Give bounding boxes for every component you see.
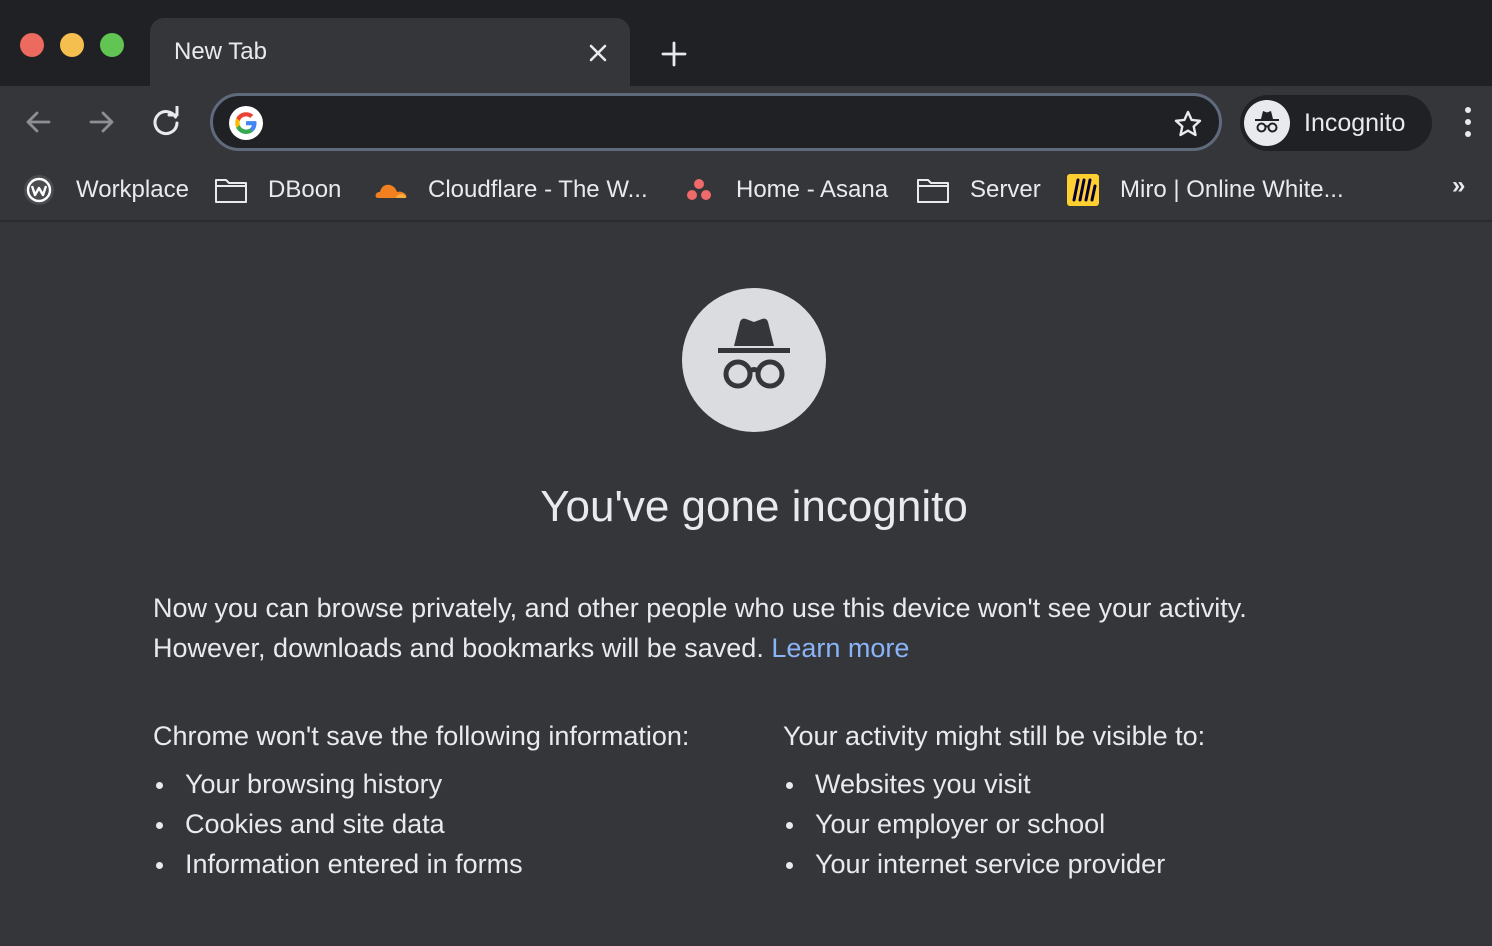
address-input[interactable] (283, 106, 1163, 138)
back-button[interactable] (16, 100, 60, 144)
still-visible-list: Websites you visit Your employer or scho… (783, 764, 1383, 884)
still-visible-heading: Your activity might still be visible to: (783, 721, 1206, 751)
reload-button[interactable] (144, 100, 188, 144)
folder-icon (214, 173, 248, 207)
list-item: Websites you visit (783, 764, 1383, 804)
learn-more-link[interactable]: Learn more (771, 633, 909, 663)
arrow-right-icon (89, 111, 114, 133)
cloudflare-icon (374, 173, 408, 207)
workplace-icon (22, 173, 56, 207)
bookmark-star-button[interactable] (1171, 107, 1205, 141)
tab-title: New Tab (174, 38, 267, 65)
list-item: Your employer or school (783, 804, 1383, 844)
page-title: You've gone incognito (540, 482, 968, 531)
more-icon (1465, 107, 1471, 113)
chrome-menu-button[interactable] (1452, 100, 1484, 144)
list-item: Cookies and site data (153, 804, 753, 844)
bookmark-miro[interactable]: Miro | Online White... (1066, 170, 1344, 210)
window-close-button[interactable] (20, 33, 44, 57)
not-saved-section: Chrome won't save the following informat… (153, 716, 753, 884)
address-bar[interactable] (210, 93, 1222, 151)
window-minimize-button[interactable] (60, 33, 84, 57)
incognito-avatar (1244, 100, 1290, 146)
close-icon (589, 44, 607, 62)
bookmarks-overflow-button[interactable]: » (1452, 172, 1465, 200)
list-item: Your internet service provider (783, 844, 1383, 884)
intro-paragraph: Now you can browse privately, and other … (153, 593, 1247, 663)
bookmark-cloudflare[interactable]: Cloudflare - The W... (374, 170, 648, 210)
toolbar: Incognito (0, 86, 1492, 158)
tab-strip: New Tab (0, 0, 1492, 86)
miro-icon (1066, 173, 1100, 207)
bookmarks-bar: Workplace DBoon Cloudflare - The W... Ho… (0, 158, 1492, 222)
tab-close-button[interactable] (582, 37, 614, 69)
folder-icon (916, 173, 950, 207)
star-icon (1174, 110, 1202, 137)
not-saved-list: Your browsing history Cookies and site d… (153, 764, 753, 884)
bookmark-asana[interactable]: Home - Asana (682, 170, 888, 210)
incognito-page: You've gone incognito Now you can browse… (0, 224, 1492, 946)
bookmark-server[interactable]: Server (916, 170, 1041, 210)
reload-icon (153, 106, 179, 136)
profile-button[interactable]: Incognito (1240, 95, 1432, 151)
not-saved-heading: Chrome won't save the following informat… (153, 721, 690, 751)
google-icon (229, 106, 263, 140)
incognito-hero-icon (682, 288, 826, 432)
incognito-icon (1255, 111, 1279, 133)
bookmark-workplace[interactable]: Workplace (22, 170, 189, 210)
window-zoom-button[interactable] (100, 33, 124, 57)
tab-new-tab[interactable]: New Tab (150, 18, 630, 86)
still-visible-section: Your activity might still be visible to:… (783, 716, 1383, 884)
forward-button[interactable] (80, 100, 124, 144)
arrow-left-icon (26, 111, 51, 133)
bookmark-dboon[interactable]: DBoon (214, 170, 341, 210)
list-item: Information entered in forms (153, 844, 753, 884)
new-tab-button[interactable] (656, 36, 692, 72)
asana-icon (682, 173, 716, 207)
plus-icon (661, 41, 687, 67)
list-item: Your browsing history (153, 764, 753, 804)
profile-label: Incognito (1304, 109, 1406, 137)
